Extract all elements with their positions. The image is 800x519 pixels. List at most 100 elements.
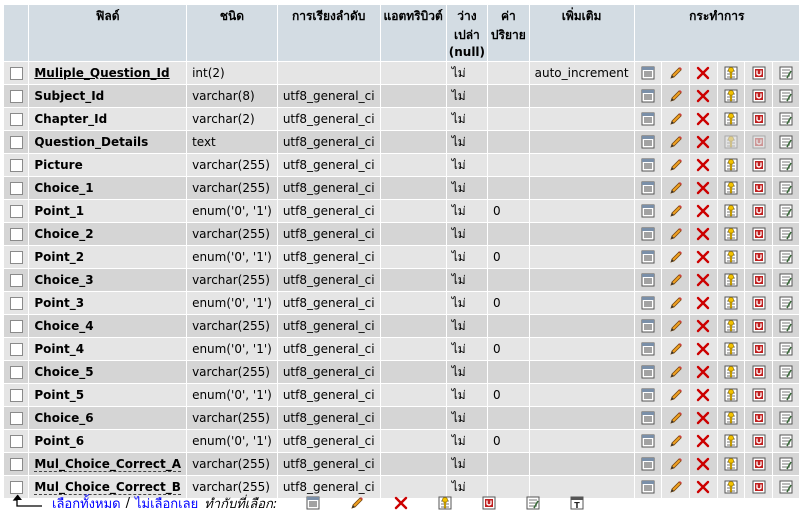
browse-icon[interactable] [640,433,656,449]
row-checkbox[interactable] [4,430,29,452]
edit-pencil-icon[interactable] [668,341,684,357]
checkbox-box[interactable] [9,435,23,448]
drop-x-icon[interactable] [393,495,409,511]
primary-key-icon[interactable] [723,318,739,334]
primary-key-icon[interactable] [723,157,739,173]
browse-icon[interactable] [640,249,656,265]
edit-pencil-icon[interactable] [668,272,684,288]
index-icon[interactable] [778,249,794,265]
browse-icon[interactable] [640,479,656,495]
unique-icon[interactable] [751,341,767,357]
check-all-link[interactable]: เลือกทั้งหมด [52,493,121,514]
drop-x-icon[interactable] [695,88,711,104]
row-checkbox[interactable] [4,315,29,337]
index-icon[interactable] [778,410,794,426]
index-icon[interactable] [778,88,794,104]
edit-pencil-icon[interactable] [668,456,684,472]
drop-x-icon[interactable] [695,203,711,219]
unique-icon[interactable] [751,249,767,265]
row-checkbox[interactable] [4,200,29,222]
index-icon[interactable] [778,387,794,403]
checkbox-box[interactable] [9,343,23,356]
row-checkbox[interactable] [4,177,29,199]
browse-icon[interactable] [640,134,656,150]
row-checkbox[interactable] [4,223,29,245]
browse-icon[interactable] [640,157,656,173]
index-icon[interactable] [778,65,794,81]
browse-icon[interactable] [640,88,656,104]
checkbox-box[interactable] [9,182,23,195]
primary-key-icon[interactable] [723,134,739,150]
row-checkbox[interactable] [4,361,29,383]
browse-icon[interactable] [640,203,656,219]
unique-icon[interactable] [751,364,767,380]
unique-icon[interactable] [481,495,497,511]
uncheck-all-link[interactable]: ไม่เลือกเลย [135,493,198,514]
unique-icon[interactable] [751,433,767,449]
row-checkbox[interactable] [4,384,29,406]
edit-pencil-icon[interactable] [668,364,684,380]
drop-x-icon[interactable] [695,249,711,265]
drop-x-icon[interactable] [695,433,711,449]
browse-icon[interactable] [640,295,656,311]
unique-icon[interactable] [751,410,767,426]
primary-key-icon[interactable] [723,387,739,403]
unique-icon[interactable] [751,456,767,472]
edit-pencil-icon[interactable] [668,111,684,127]
drop-x-icon[interactable] [695,272,711,288]
index-icon[interactable] [778,295,794,311]
browse-icon[interactable] [640,387,656,403]
unique-icon[interactable] [751,387,767,403]
index-icon[interactable] [778,157,794,173]
primary-key-icon[interactable] [723,180,739,196]
browse-icon[interactable] [305,495,321,511]
drop-x-icon[interactable] [695,364,711,380]
primary-key-icon[interactable] [723,88,739,104]
edit-pencil-icon[interactable] [668,203,684,219]
unique-icon[interactable] [751,272,767,288]
row-checkbox[interactable] [4,154,29,176]
primary-key-icon[interactable] [723,479,739,495]
checkbox-box[interactable] [9,297,23,310]
browse-icon[interactable] [640,272,656,288]
edit-pencil-icon[interactable] [668,318,684,334]
edit-pencil-icon[interactable] [349,495,365,511]
drop-x-icon[interactable] [695,226,711,242]
row-checkbox[interactable] [4,407,29,429]
edit-pencil-icon[interactable] [668,88,684,104]
edit-pencil-icon[interactable] [668,134,684,150]
browse-icon[interactable] [640,111,656,127]
edit-pencil-icon[interactable] [668,295,684,311]
index-icon[interactable] [778,341,794,357]
drop-x-icon[interactable] [695,180,711,196]
primary-key-icon[interactable] [723,272,739,288]
index-icon[interactable] [778,203,794,219]
edit-pencil-icon[interactable] [668,180,684,196]
edit-pencil-icon[interactable] [668,387,684,403]
checkbox-box[interactable] [9,366,23,379]
primary-key-icon[interactable] [723,226,739,242]
checkbox-box[interactable] [9,67,23,80]
index-icon[interactable] [778,479,794,495]
index-icon[interactable] [778,364,794,380]
edit-pencil-icon[interactable] [668,410,684,426]
primary-key-icon[interactable] [723,410,739,426]
browse-icon[interactable] [640,318,656,334]
checkbox-box[interactable] [9,90,23,103]
unique-icon[interactable] [751,157,767,173]
primary-key-icon[interactable] [723,295,739,311]
browse-icon[interactable] [640,180,656,196]
edit-pencil-icon[interactable] [668,249,684,265]
primary-key-icon[interactable] [723,111,739,127]
primary-key-icon[interactable] [723,433,739,449]
drop-x-icon[interactable] [695,318,711,334]
primary-key-icon[interactable] [723,65,739,81]
unique-icon[interactable] [751,479,767,495]
row-checkbox[interactable] [4,62,29,84]
browse-icon[interactable] [640,65,656,81]
edit-pencil-icon[interactable] [668,479,684,495]
primary-key-icon[interactable] [723,456,739,472]
row-checkbox[interactable] [4,338,29,360]
fulltext-icon[interactable]: T [569,495,585,511]
drop-x-icon[interactable] [695,341,711,357]
